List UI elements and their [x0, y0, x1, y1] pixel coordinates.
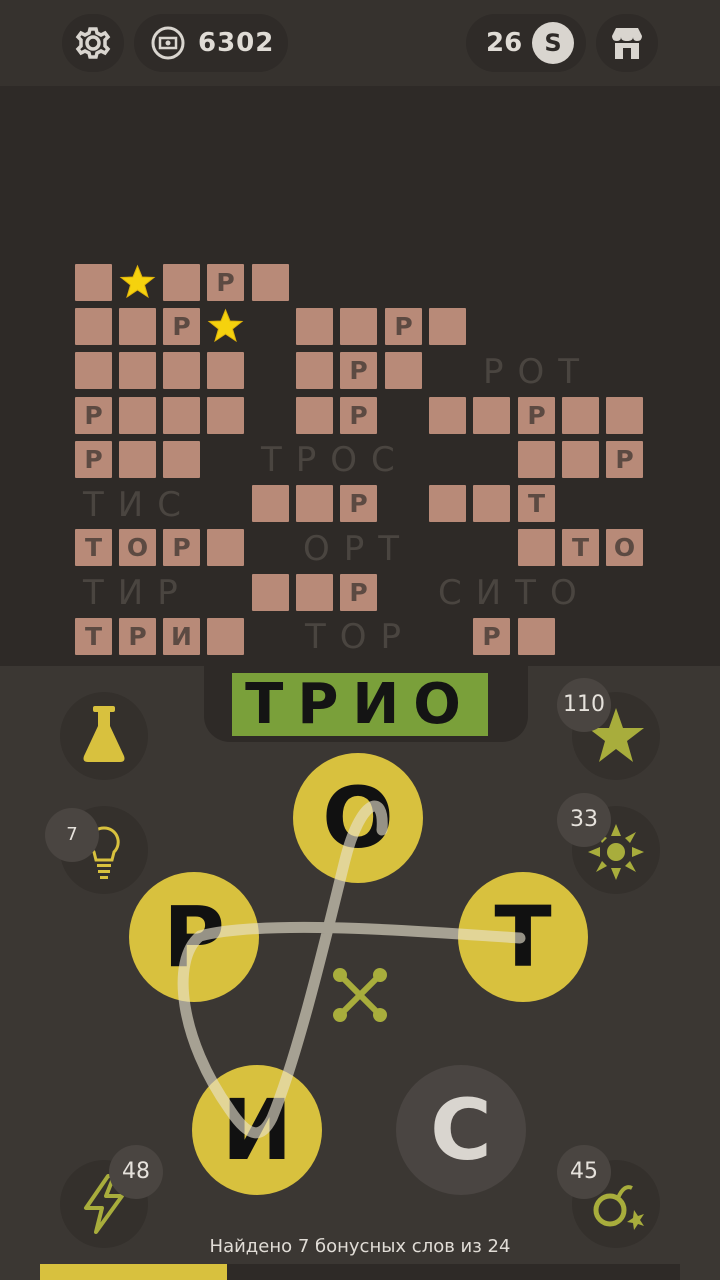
- board-cell: Р: [606, 441, 643, 478]
- board-cell: [296, 574, 333, 611]
- board-cell: Т: [518, 485, 555, 522]
- star-icon: [207, 308, 244, 343]
- burst-count: 33: [557, 793, 611, 847]
- board-cell: [296, 485, 333, 522]
- board-cell: И: [163, 618, 200, 655]
- board-cell: [207, 397, 244, 434]
- settings-button[interactable]: [62, 14, 124, 72]
- board-cell: [429, 397, 466, 434]
- board-cell: [429, 308, 466, 345]
- bonus-progress-fill: [40, 1264, 227, 1280]
- board-cell: О: [606, 529, 643, 566]
- board-cell: Р: [75, 441, 112, 478]
- board-cell: Р: [163, 308, 200, 345]
- board-cell: [518, 529, 555, 566]
- board-cell: [385, 352, 422, 389]
- board-cell: [296, 352, 333, 389]
- board-cell: [119, 308, 156, 345]
- star-cell: [119, 264, 156, 301]
- letter-t[interactable]: Т: [458, 872, 588, 1002]
- current-word: ТРИО: [232, 673, 488, 736]
- board-cell: [207, 618, 244, 655]
- board-cell: [252, 264, 289, 301]
- board-cell: Р: [385, 308, 422, 345]
- board-cell: [606, 397, 643, 434]
- hint-count: 7: [45, 808, 99, 862]
- bonus-progress-bar: [40, 1264, 680, 1280]
- star-cell: [207, 308, 244, 345]
- board-cell: [562, 397, 599, 434]
- flask-icon: [83, 706, 125, 762]
- hidden-word-tros: ТРОС: [261, 440, 409, 480]
- money-icon: [151, 26, 185, 60]
- board-cell: Р: [119, 618, 156, 655]
- letter-r[interactable]: Р: [129, 872, 259, 1002]
- board-cell: [473, 397, 510, 434]
- board-cell: [163, 397, 200, 434]
- level-badge: S: [532, 22, 574, 64]
- bonus-words-text: Найдено 7 бонусных слов из 24: [209, 1236, 511, 1257]
- board-cell: [119, 352, 156, 389]
- top-bar: 6302 26 S: [0, 0, 720, 86]
- letter-o[interactable]: О: [293, 753, 423, 883]
- board-cell: [75, 352, 112, 389]
- coins-value: 6302: [198, 28, 275, 58]
- board-cell: [119, 441, 156, 478]
- board-cell: О: [119, 529, 156, 566]
- board-cell: Р: [340, 485, 377, 522]
- shuffle-icon: [333, 968, 387, 1022]
- board-cell: [518, 441, 555, 478]
- letter-s[interactable]: С: [396, 1065, 526, 1195]
- hidden-word-tis: ТИС: [83, 485, 195, 525]
- board-cell: [252, 485, 289, 522]
- level-indicator[interactable]: 26 S: [466, 14, 586, 72]
- gear-icon: [75, 27, 111, 59]
- board-cell: [75, 308, 112, 345]
- coins-counter[interactable]: 6302: [134, 14, 288, 72]
- board-cell: Р: [340, 574, 377, 611]
- board-cell: Р: [207, 264, 244, 301]
- letter-i[interactable]: И: [192, 1065, 322, 1195]
- star-booster-count: 110: [557, 678, 611, 732]
- board-cell: Р: [75, 397, 112, 434]
- board-cell: Р: [518, 397, 555, 434]
- board-cell: Т: [562, 529, 599, 566]
- board-cell: [163, 352, 200, 389]
- board-cell: [163, 441, 200, 478]
- board-cell: [518, 618, 555, 655]
- board-cell: Т: [75, 618, 112, 655]
- board-cell: [473, 485, 510, 522]
- hidden-word-tor: ТОР: [305, 617, 416, 657]
- board-cell: [252, 574, 289, 611]
- board-cell: [296, 308, 333, 345]
- bomb-count: 45: [557, 1145, 611, 1199]
- shop-button[interactable]: [596, 14, 658, 72]
- board-cell: [207, 352, 244, 389]
- flask-button[interactable]: [60, 692, 148, 780]
- shuffle-button[interactable]: [320, 955, 400, 1035]
- board-cell: Р: [163, 529, 200, 566]
- shop-icon: [612, 28, 642, 59]
- hidden-word-rot: РОТ: [483, 352, 594, 392]
- board-cell: Т: [75, 529, 112, 566]
- board-cell: [429, 485, 466, 522]
- hidden-word-sito: СИТО: [438, 573, 591, 613]
- level-value: 26: [486, 28, 523, 58]
- board-cell: Р: [340, 352, 377, 389]
- board-cell: Р: [473, 618, 510, 655]
- hidden-word-ort: ОРТ: [303, 529, 414, 569]
- board-cell: [296, 397, 333, 434]
- hidden-word-tir: ТИР: [83, 573, 192, 613]
- board-cell: [119, 397, 156, 434]
- board-cell: [163, 264, 200, 301]
- board-cell: [562, 441, 599, 478]
- board-cell: [340, 308, 377, 345]
- board-cell: [75, 264, 112, 301]
- board-cell: Р: [340, 397, 377, 434]
- star-icon: [119, 264, 156, 299]
- board-cell: [207, 529, 244, 566]
- lightning-count: 48: [109, 1145, 163, 1199]
